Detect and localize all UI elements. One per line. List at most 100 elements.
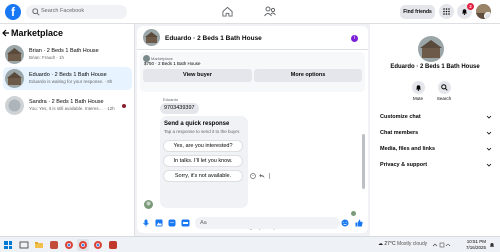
received-message[interactable]: 9703439397	[160, 103, 199, 114]
app-icon[interactable]	[48, 239, 60, 251]
listing-card: Marketplace $750 · 2 Beds 1 Bath House V…	[140, 52, 365, 92]
home-icon[interactable]	[222, 6, 233, 17]
search-icon	[32, 8, 40, 16]
chat-members-row[interactable]: Chat members	[380, 130, 492, 136]
quick-reply-button[interactable]: Sorry, it's not available.	[163, 170, 243, 182]
chat-panel: Eduardo · 2 Beds 1 Bath House i Marketpl…	[137, 26, 368, 233]
notification-count-badge: 2	[467, 3, 474, 10]
listing-thumbnail	[5, 45, 24, 64]
chevron-down-icon	[486, 131, 492, 135]
quick-response-subtitle: Tap a response to send it to the buyer.	[164, 129, 241, 134]
search-label: Search	[436, 96, 452, 101]
sticker-icon[interactable]	[168, 219, 176, 227]
image-icon[interactable]	[155, 219, 163, 227]
conversation-preview: Eduardo is waiting for your response. · …	[29, 79, 113, 84]
app-icon[interactable]	[107, 239, 119, 251]
conversation-info-icon[interactable]: i	[351, 35, 358, 42]
chevron-down-icon	[486, 147, 492, 151]
conversation-item-selected[interactable]: Eduardo · 2 Beds 1 Bath House Eduardo is…	[3, 67, 132, 90]
conversation-item[interactable]: Brian · 2 Beds 1 Bath House Brian: Fraud…	[3, 43, 132, 66]
gif-icon[interactable]	[181, 219, 190, 227]
active-app-chrome[interactable]	[77, 239, 89, 251]
windows-start-icon[interactable]	[4, 241, 12, 249]
message-input-placeholder: Aa	[200, 220, 207, 226]
conversation-name: Brian · 2 Beds 1 Bath House	[29, 48, 99, 54]
system-tray-icons[interactable]	[432, 242, 452, 248]
mute-label: Mute	[412, 96, 423, 101]
menu-button[interactable]	[439, 4, 454, 19]
chrome-icon[interactable]	[92, 239, 104, 251]
facebook-logo[interactable]: f	[5, 4, 21, 20]
chat-scrollbar[interactable]	[362, 134, 365, 189]
page-title: Marketplace	[11, 28, 64, 38]
friends-icon[interactable]	[264, 6, 276, 17]
microphone-icon[interactable]	[143, 219, 149, 227]
cloud-icon: ☁	[378, 241, 383, 247]
quick-response-title: Send a quick response	[164, 121, 230, 127]
view-buyer-button[interactable]: View buyer	[143, 69, 252, 82]
details-listing-photo[interactable]	[418, 36, 444, 62]
conversation-name: Eduardo · 2 Beds 1 Bath House	[29, 72, 107, 78]
chevron-down-icon	[486, 115, 492, 119]
task-view-icon[interactable]	[18, 239, 30, 251]
chrome-icon	[79, 241, 87, 249]
sender-name: Eduardo	[163, 97, 179, 102]
profile-photo	[476, 4, 491, 19]
conversation-item[interactable]: Sandra · 2 Beds 1 Bath House You: Yes, i…	[3, 94, 132, 117]
notification-center-icon[interactable]	[489, 242, 495, 248]
system-clock[interactable]: 10:51 PM 7/16/2025	[456, 239, 486, 251]
message-input[interactable]: Aa	[195, 217, 340, 229]
unread-indicator	[122, 104, 126, 108]
bell-icon	[462, 9, 467, 15]
weather-widget[interactable]: ☁ 27°C Mostly cloudy	[378, 241, 427, 247]
row-label: Chat members	[380, 130, 419, 136]
conversation-preview: Brian: Fraud! · 1h	[29, 55, 65, 60]
chat-listing-thumbnail[interactable]	[143, 29, 160, 46]
row-label: Privacy & support	[380, 162, 428, 168]
top-navigation-bar: f Search Facebook Find friends 2	[0, 0, 500, 24]
chrome-icon[interactable]	[63, 239, 75, 251]
marketplace-inbox-panel: Marketplace Brian · 2 Beds 1 Bath House …	[0, 24, 135, 236]
media-files-links-row[interactable]: Media, files and links	[380, 146, 492, 152]
temperature: 27°C	[384, 241, 396, 247]
clock-date: 7/16/2025	[465, 245, 486, 250]
chevron-down-icon	[486, 163, 492, 167]
react-icon[interactable]	[250, 173, 256, 179]
listing-thumbnail	[5, 96, 24, 115]
grid-menu-icon	[443, 8, 450, 15]
find-friends-button[interactable]: Find friends	[400, 5, 435, 19]
privacy-support-row[interactable]: Privacy & support	[380, 162, 492, 168]
more-dots-icon[interactable]	[268, 173, 271, 179]
conversation-preview: You: Yes, it is still available. Interes…	[29, 106, 115, 111]
chat-title[interactable]: Eduardo · 2 Beds 1 Bath House	[165, 35, 262, 42]
reply-icon[interactable]	[259, 173, 265, 179]
quick-response-card: Send a quick response Tap a response to …	[160, 116, 248, 208]
message-actions	[250, 173, 271, 179]
conversation-name: Sandra · 2 Beds 1 Bath House	[29, 99, 104, 105]
bell-icon	[415, 85, 421, 91]
row-label: Media, files and links	[380, 146, 436, 152]
search-action[interactable]: Search	[434, 81, 454, 101]
quick-reply-button[interactable]: Yes, are you interested?	[163, 140, 243, 152]
search-placeholder: Search Facebook	[41, 8, 85, 14]
account-avatar[interactable]	[476, 4, 491, 19]
listing-thumbnail	[5, 69, 24, 88]
file-explorer-icon[interactable]	[33, 239, 45, 251]
more-options-button[interactable]: More options	[254, 69, 362, 82]
back-arrow-icon[interactable]	[2, 29, 10, 37]
emoji-icon[interactable]	[341, 219, 349, 227]
sender-avatar	[144, 200, 153, 209]
chat-header: Eduardo · 2 Beds 1 Bath House i	[137, 26, 368, 50]
windows-taskbar: ☁ 27°C Mostly cloudy 10:51 PM 7/16/2025	[0, 236, 500, 252]
quick-reply-button[interactable]: In talks. I'll let you know.	[163, 155, 243, 167]
weather-condition: Mostly cloudy	[396, 241, 428, 247]
details-title: Eduardo · 2 Beds 1 Bath House	[390, 64, 480, 70]
message-composer: Aa	[137, 213, 368, 233]
search-icon	[440, 84, 448, 91]
row-label: Customize chat	[380, 114, 421, 120]
listing-price-title[interactable]: $750 · 2 Beds 1 Bath House	[144, 61, 201, 66]
mute-action[interactable]: Mute	[408, 81, 428, 101]
customize-chat-row[interactable]: Customize chat	[380, 114, 492, 120]
search-facebook-input[interactable]: Search Facebook	[26, 5, 127, 19]
thumbs-up-icon[interactable]	[355, 219, 363, 227]
